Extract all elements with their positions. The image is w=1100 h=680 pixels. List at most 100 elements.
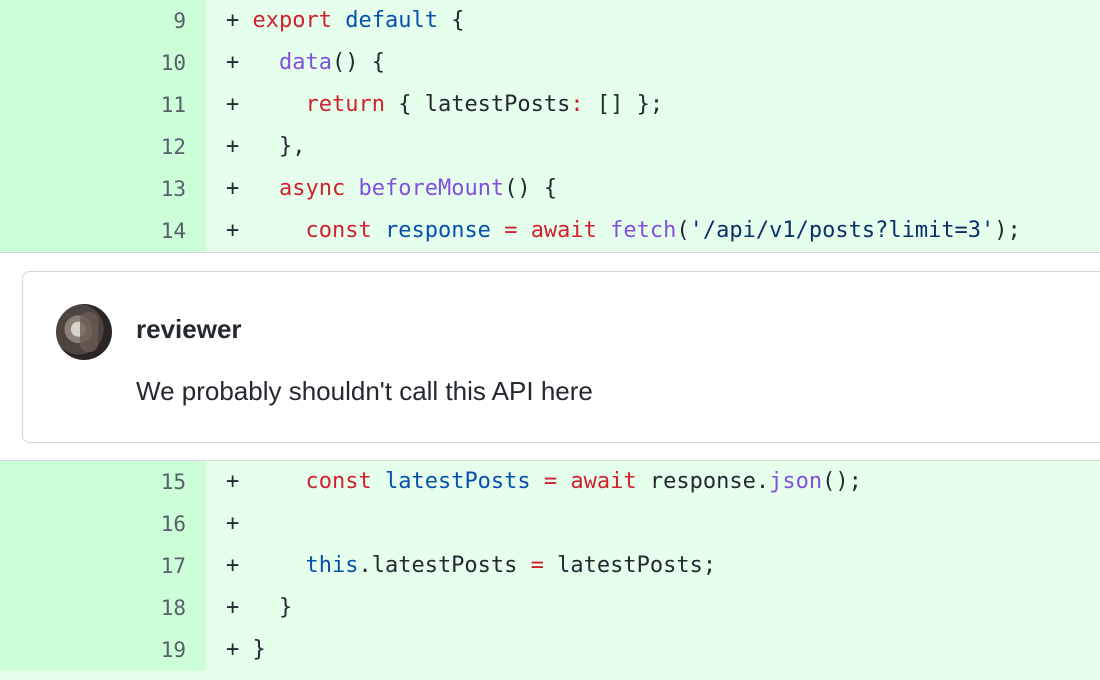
code-token: await bbox=[570, 469, 637, 494]
comment-body: We probably shouldn't call this API here bbox=[136, 376, 593, 406]
line-number[interactable]: 11 bbox=[0, 84, 206, 126]
added-marker: + bbox=[226, 553, 240, 578]
code-token: () { bbox=[504, 176, 558, 201]
code-token: const bbox=[305, 469, 372, 494]
code-token: { latestPosts bbox=[384, 92, 571, 117]
line-number[interactable]: 12 bbox=[0, 126, 206, 168]
code-token: const bbox=[305, 218, 372, 243]
code-line: + return { latestPosts: [] }; bbox=[206, 84, 1100, 126]
line-number[interactable]: 13 bbox=[0, 168, 206, 210]
code-token: data bbox=[279, 50, 332, 75]
code-token: ); bbox=[994, 218, 1021, 243]
line-number[interactable]: 9 bbox=[0, 0, 206, 42]
diff-line: 10 + data() { bbox=[0, 42, 1100, 84]
added-marker: + bbox=[226, 134, 240, 159]
diff-hunk-top: 9 + export default {10 + data() {11 + retur… bbox=[0, 0, 1100, 252]
added-marker: + bbox=[226, 469, 240, 494]
diff-hunk-bottom: 15 + const latestPosts = await response.j… bbox=[0, 461, 1100, 671]
code-line: + const latestPosts = await response.jso… bbox=[206, 461, 1100, 503]
code-token: = bbox=[504, 218, 518, 243]
line-number[interactable]: 15 bbox=[0, 461, 206, 503]
code-token: }, bbox=[239, 134, 306, 159]
diff-line: 18 + } bbox=[0, 587, 1100, 629]
code-line: + const response = await fetch('/api/v1/… bbox=[206, 210, 1100, 252]
code-token: (); bbox=[822, 469, 862, 494]
code-token: fetch bbox=[610, 218, 677, 243]
added-marker: + bbox=[226, 637, 240, 662]
diff-line: 9 + export default { bbox=[0, 0, 1100, 42]
code-token: '/api/v1/posts?limit=3' bbox=[689, 218, 995, 243]
diff-view: 9 + export default {10 + data() {11 + retur… bbox=[0, 0, 1100, 671]
added-marker: + bbox=[226, 511, 240, 536]
code-token: latestPosts bbox=[384, 469, 531, 494]
code-token: } bbox=[239, 595, 293, 620]
code-line: + export default { bbox=[206, 0, 1100, 42]
code-token: async bbox=[279, 176, 346, 201]
diff-line: 19 + } bbox=[0, 629, 1100, 671]
inline-comment-thread: reviewer We probably shouldn't call this… bbox=[0, 252, 1100, 461]
code-line: + } bbox=[206, 629, 1100, 671]
comment-author[interactable]: reviewer bbox=[136, 314, 242, 345]
diff-line: 16 + bbox=[0, 503, 1100, 545]
diff-line: 15 + const latestPosts = await response.j… bbox=[0, 461, 1100, 503]
code-token: beforeMount bbox=[358, 176, 505, 201]
code-line: + async beforeMount() { bbox=[206, 168, 1100, 210]
code-line: + data() { bbox=[206, 42, 1100, 84]
code-token: response. bbox=[636, 469, 770, 494]
line-number[interactable]: 18 bbox=[0, 587, 206, 629]
diff-line: 17 + this.latestPosts = latestPosts; bbox=[0, 545, 1100, 587]
diff-line: 11 + return { latestPosts: [] }; bbox=[0, 84, 1100, 126]
user-avatar-icon[interactable] bbox=[56, 304, 112, 360]
code-token: = bbox=[530, 553, 544, 578]
line-number[interactable]: 14 bbox=[0, 210, 206, 252]
line-number[interactable]: 16 bbox=[0, 503, 206, 545]
line-number[interactable]: 17 bbox=[0, 545, 206, 587]
code-token: export bbox=[252, 8, 332, 33]
code-token: () { bbox=[331, 50, 385, 75]
diff-line: 12 + }, bbox=[0, 126, 1100, 168]
code-token: [] }; bbox=[583, 92, 664, 117]
code-line: + this.latestPosts = latestPosts; bbox=[206, 545, 1100, 587]
added-marker: + bbox=[226, 50, 240, 75]
review-comment: reviewer We probably shouldn't call this… bbox=[22, 271, 1100, 443]
code-token: ( bbox=[676, 218, 690, 243]
code-line: + } bbox=[206, 587, 1100, 629]
code-token: response bbox=[384, 218, 491, 243]
code-token: .latestPosts bbox=[358, 553, 531, 578]
code-token: : bbox=[570, 92, 584, 117]
added-marker: + bbox=[226, 92, 240, 117]
code-token: return bbox=[305, 92, 385, 117]
diff-line: 14 + const response = await fetch('/api/v… bbox=[0, 210, 1100, 252]
code-token: this bbox=[305, 553, 359, 578]
code-token: await bbox=[530, 218, 597, 243]
line-number[interactable]: 19 bbox=[0, 629, 206, 671]
code-token: json bbox=[769, 469, 823, 494]
added-marker: + bbox=[226, 218, 240, 243]
added-marker: + bbox=[226, 8, 240, 33]
code-token: default bbox=[345, 8, 438, 33]
added-marker: + bbox=[226, 595, 240, 620]
code-line: + }, bbox=[206, 126, 1100, 168]
diff-line: 13 + async beforeMount() { bbox=[0, 168, 1100, 210]
code-token: latestPosts; bbox=[543, 553, 717, 578]
line-number[interactable]: 10 bbox=[0, 42, 206, 84]
code-token: = bbox=[543, 469, 558, 494]
code-line: + bbox=[206, 503, 1100, 545]
added-marker: + bbox=[226, 176, 240, 201]
